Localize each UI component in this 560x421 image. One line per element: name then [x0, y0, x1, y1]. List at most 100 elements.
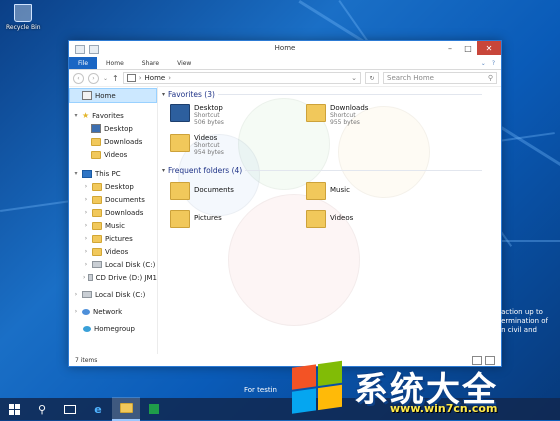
navigation-pane: Home ▾ ★ Favorites Desktop Downloads Vid…	[69, 86, 158, 354]
up-button[interactable]: ↑	[112, 74, 119, 83]
expand-arrow-icon[interactable]: ▾	[73, 112, 79, 119]
expand-arrow-icon[interactable]: ›	[73, 291, 79, 298]
nav-item-home[interactable]: Home	[69, 88, 157, 103]
help-icon[interactable]: ?	[492, 60, 495, 67]
recycle-bin-label: Recycle Bin	[6, 24, 41, 31]
nav-item-label: Local Disk (C:)	[105, 260, 156, 269]
nav-item-pc-cd-drive[interactable]: › CD Drive (D:) JM1	[69, 271, 157, 284]
notice-line: ermination of	[501, 317, 548, 325]
drive-icon	[92, 261, 102, 268]
breadcrumb-separator[interactable]: ›	[139, 74, 142, 82]
nav-item-label: Home	[95, 91, 116, 100]
nav-item-network[interactable]: › Network	[69, 305, 157, 318]
nav-item-pc-pictures[interactable]: › Pictures	[69, 232, 157, 245]
internet-explorer-button[interactable]: e	[84, 398, 112, 420]
ribbon-help-area: ⌄ ?	[481, 57, 501, 69]
expand-arrow-icon[interactable]: ›	[83, 183, 89, 190]
tab-view[interactable]: View	[168, 57, 200, 69]
expand-arrow-icon[interactable]: ›	[83, 196, 89, 203]
expand-arrow-icon[interactable]: ▾	[73, 170, 79, 177]
frequent-item-documents[interactable]: Documents	[170, 182, 234, 200]
notice-line: n civil and	[501, 326, 537, 334]
nav-item-homegroup[interactable]: Homegroup	[69, 322, 157, 335]
store-taskbar-button[interactable]	[140, 398, 168, 420]
nav-item-pc-videos[interactable]: › Videos	[69, 245, 157, 258]
frequent-item-music[interactable]: Music	[306, 182, 350, 200]
nav-item-favorites[interactable]: ▾ ★ Favorites	[69, 109, 157, 122]
notice-line: action up to	[501, 308, 543, 316]
tab-home[interactable]: Home	[97, 57, 133, 69]
forward-button[interactable]: ›	[88, 72, 99, 84]
frequent-item-pictures[interactable]: Pictures	[170, 210, 222, 228]
breadcrumb-home[interactable]: Home	[145, 74, 166, 82]
title-bar[interactable]: Home – □ ✕	[69, 41, 501, 57]
nav-item-label: This PC	[95, 169, 121, 178]
nav-item-pc-music[interactable]: › Music	[69, 219, 157, 232]
item-type: Shortcut	[330, 112, 356, 119]
recycle-bin-icon	[14, 4, 32, 22]
recent-locations-chevron-icon[interactable]: ⌄	[103, 75, 108, 82]
pictures-folder-icon	[170, 210, 190, 228]
expand-arrow-icon[interactable]: ›	[73, 308, 79, 315]
nav-item-label: Desktop	[105, 182, 134, 191]
nav-item-label: Network	[93, 307, 123, 316]
breadcrumb-separator[interactable]: ›	[168, 74, 171, 82]
nav-item-favorites-desktop[interactable]: Desktop	[69, 122, 157, 135]
window-title: Home	[274, 44, 296, 52]
nav-item-label: Pictures	[105, 234, 133, 243]
group-divider	[245, 170, 482, 171]
close-button[interactable]: ✕	[477, 41, 501, 55]
search-taskbar-button[interactable]: ⚲	[28, 398, 56, 420]
expand-arrow-icon[interactable]: ›	[83, 222, 89, 229]
tab-share[interactable]: Share	[133, 57, 168, 69]
favorites-group-header[interactable]: ▾ Favorites (3)	[162, 90, 482, 99]
nav-item-local-disk[interactable]: › Local Disk (C:)	[69, 288, 157, 301]
nav-item-pc-local-disk[interactable]: › Local Disk (C:)	[69, 258, 157, 271]
favorite-item-videos[interactable]: Videos Shortcut 954 bytes	[170, 134, 224, 156]
nav-item-label: Videos	[105, 247, 129, 256]
file-explorer-taskbar-button[interactable]	[112, 397, 140, 421]
window-controls: – □ ✕	[441, 41, 501, 55]
frequent-folders-group-header[interactable]: ▾ Frequent folders (4)	[162, 166, 482, 175]
expand-arrow-icon[interactable]: ›	[83, 209, 89, 216]
nav-item-pc-documents[interactable]: › Documents	[69, 193, 157, 206]
frequent-item-videos[interactable]: Videos	[306, 210, 353, 228]
tab-file[interactable]: File	[69, 57, 98, 69]
search-icon: ⚲	[37, 402, 47, 416]
address-bar[interactable]: › Home › ⌄	[122, 72, 361, 84]
nav-item-label: Downloads	[104, 137, 143, 146]
expand-arrow-icon[interactable]: ›	[83, 274, 85, 281]
nav-item-pc-desktop[interactable]: › Desktop	[69, 180, 157, 193]
folder-icon	[92, 247, 102, 256]
nav-item-favorites-videos[interactable]: Videos	[69, 148, 157, 161]
nav-item-label: Downloads	[105, 208, 144, 217]
favorite-item-downloads[interactable]: Downloads Shortcut 955 bytes	[306, 104, 368, 126]
minimize-button[interactable]: –	[441, 41, 459, 55]
recycle-bin-shortcut[interactable]: Recycle Bin	[6, 4, 41, 31]
videos-folder-icon	[306, 210, 326, 228]
nav-item-label: CD Drive (D:) JM1	[95, 273, 157, 282]
refresh-button[interactable]: ↻	[365, 72, 379, 84]
item-size: 506 bytes	[194, 119, 224, 126]
expand-arrow-icon[interactable]: ›	[83, 261, 89, 268]
address-dropdown-chevron-icon[interactable]: ⌄	[351, 74, 357, 82]
nav-item-label: Videos	[104, 150, 128, 159]
collapse-arrow-icon[interactable]: ▾	[162, 167, 165, 174]
start-button[interactable]	[0, 398, 28, 420]
group-divider	[217, 94, 482, 95]
nav-item-favorites-downloads[interactable]: Downloads	[69, 135, 157, 148]
task-view-icon	[64, 404, 76, 414]
expand-ribbon-icon[interactable]: ⌄	[481, 60, 486, 67]
favorite-item-desktop[interactable]: Desktop Shortcut 506 bytes	[170, 104, 224, 126]
nav-item-pc-downloads[interactable]: › Downloads	[69, 206, 157, 219]
collapse-arrow-icon[interactable]: ▾	[162, 91, 165, 98]
search-input[interactable]: Search Home ⚲	[383, 72, 497, 84]
maximize-button[interactable]: □	[459, 41, 477, 55]
desktop-icon	[91, 124, 101, 133]
nav-item-this-pc[interactable]: ▾ This PC	[69, 167, 157, 180]
task-view-button[interactable]	[56, 398, 84, 420]
expand-arrow-icon[interactable]: ›	[83, 248, 89, 255]
documents-folder-icon	[170, 182, 190, 200]
expand-arrow-icon[interactable]: ›	[83, 235, 89, 242]
back-button[interactable]: ‹	[73, 72, 84, 84]
